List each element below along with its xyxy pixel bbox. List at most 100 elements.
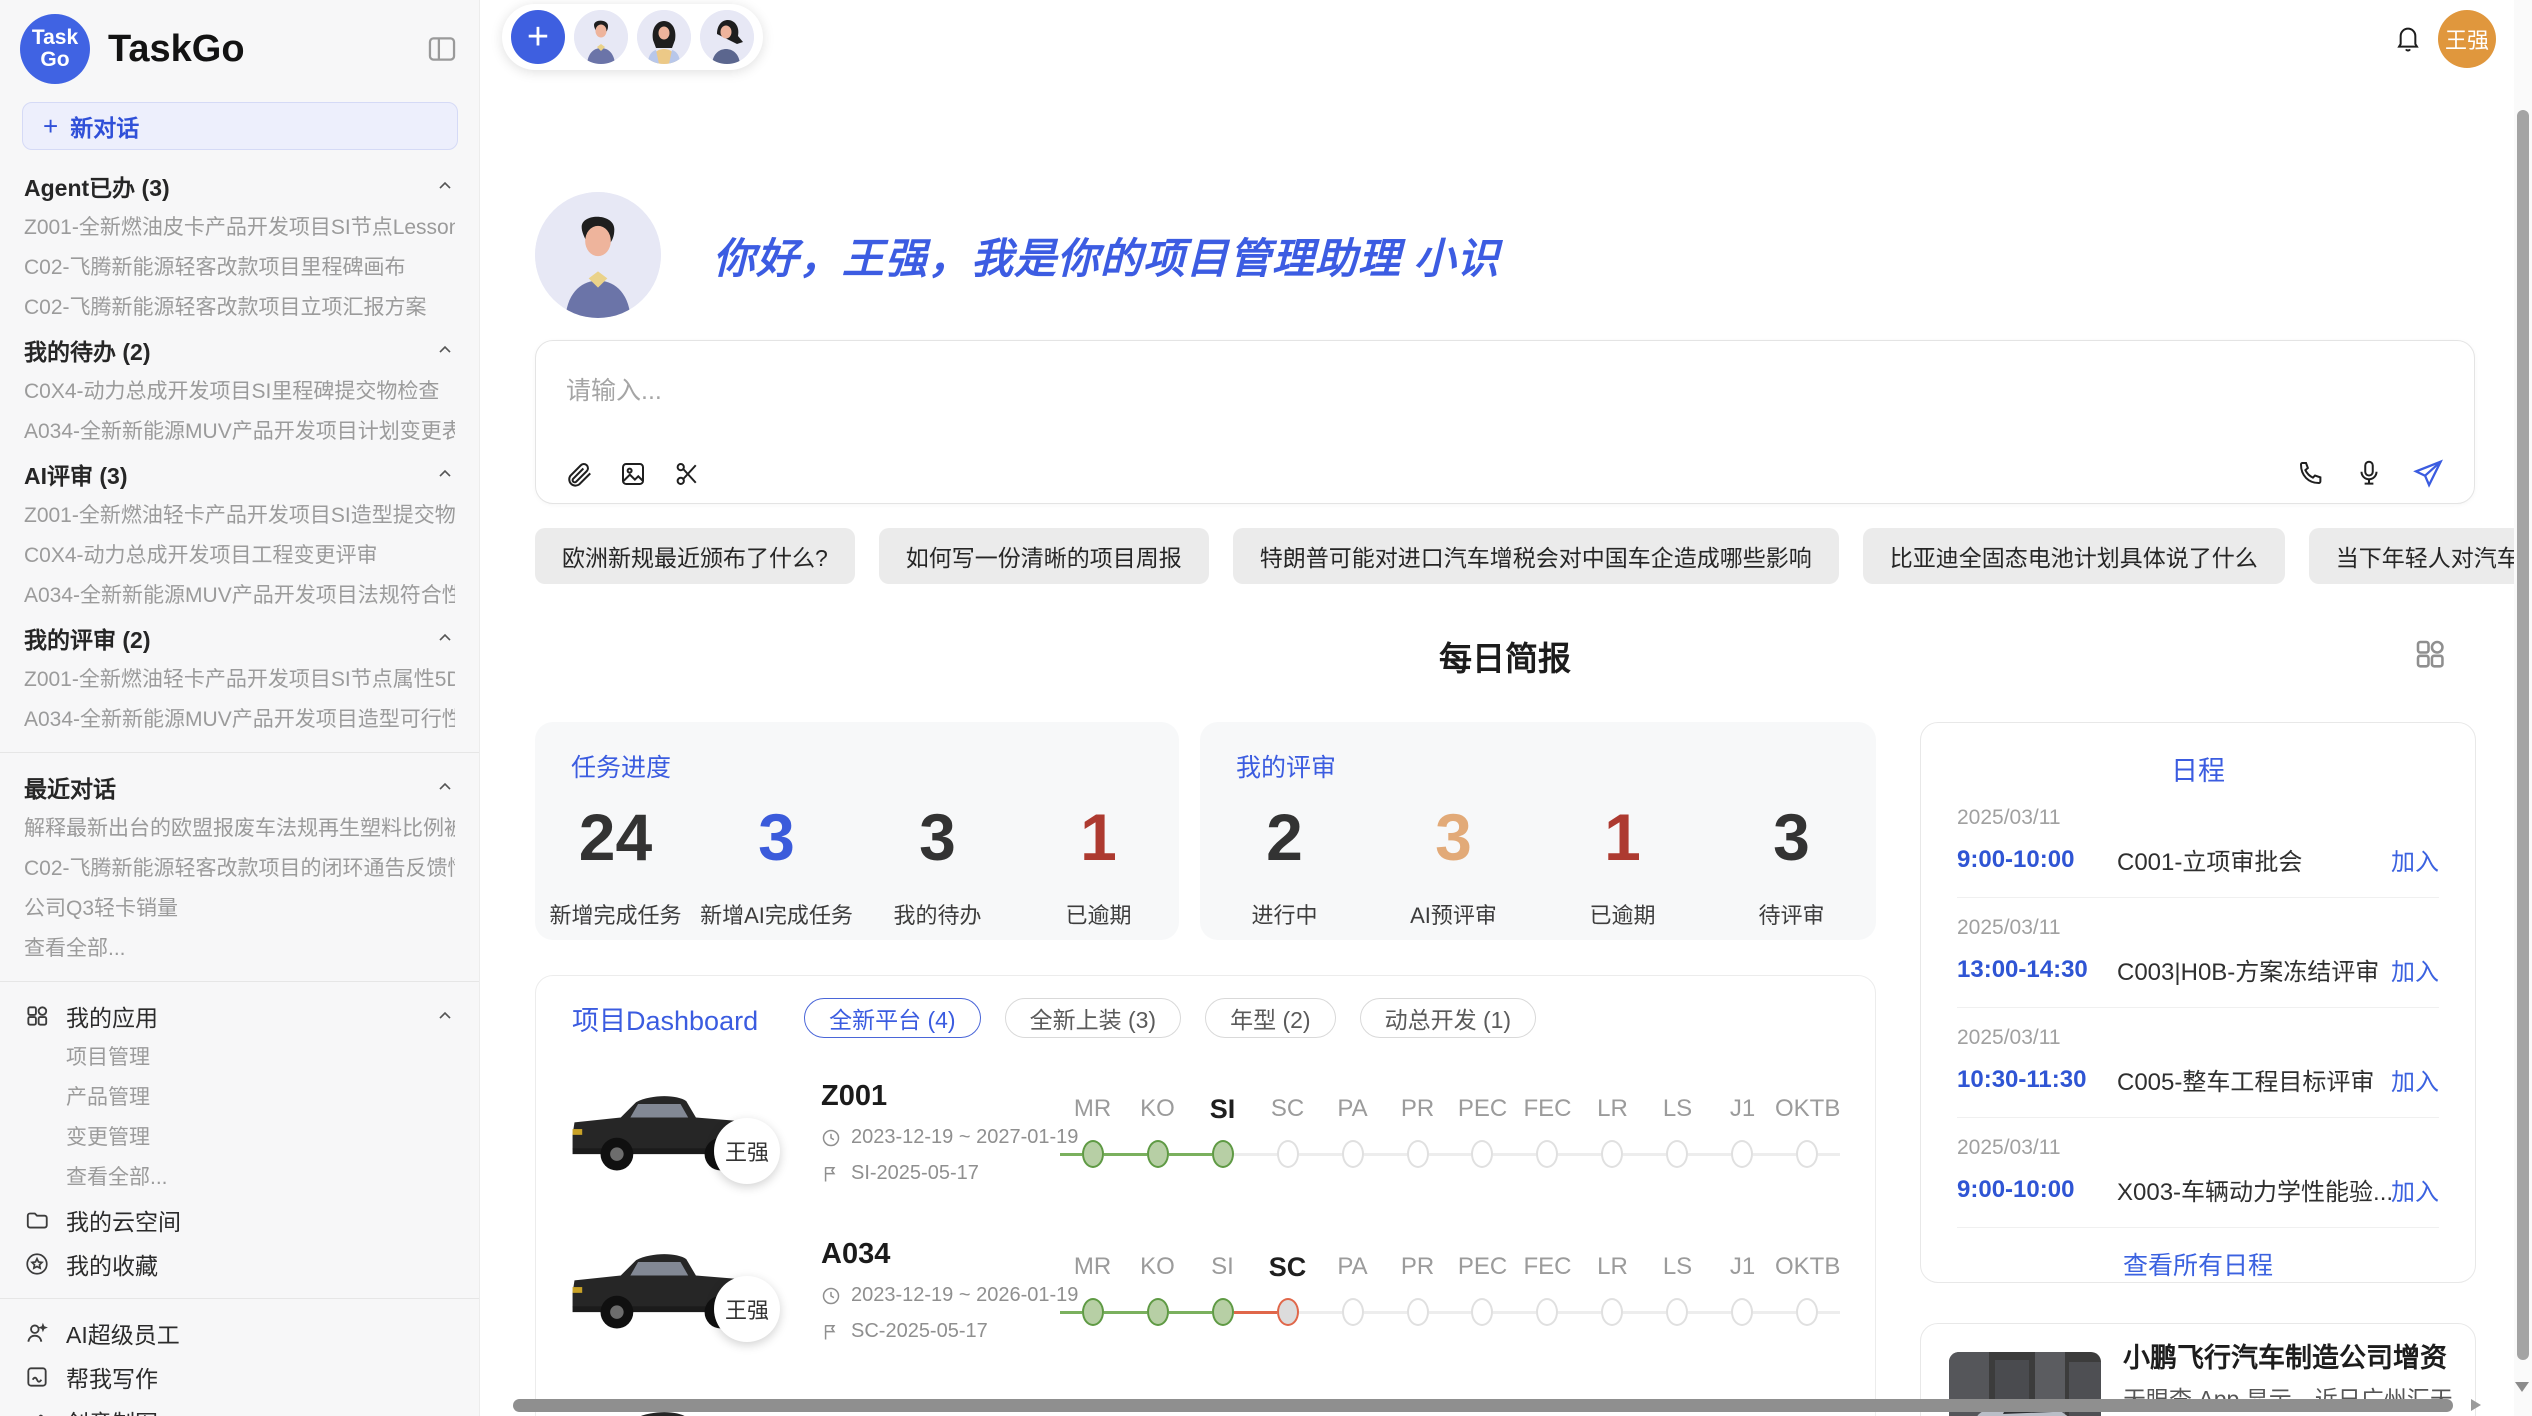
- add-agent-button[interactable]: +: [511, 10, 565, 64]
- tab-model-year[interactable]: 年型 (2): [1205, 998, 1336, 1038]
- suggestion-chip[interactable]: 比亚迪全固态电池计划具体说了什么: [1863, 528, 2285, 584]
- project-row-a034[interactable]: 王强 A034 2023-12-19 ~ 2026-01-19 SC-2025-…: [536, 1230, 1875, 1364]
- suggestion-chip[interactable]: 当下年轻人对汽车外观有怎样的喜好趋势: [2309, 528, 2532, 584]
- project-row-z001[interactable]: 王强 Z001 2023-12-19 ~ 2027-01-19 SI-2025-…: [536, 1072, 1875, 1206]
- milestone-label: LR: [1580, 1092, 1645, 1126]
- chevron-up-icon: [435, 1006, 455, 1026]
- attach-button[interactable]: [564, 459, 594, 489]
- join-link[interactable]: 加入: [2391, 1172, 2439, 1207]
- section-agent-done[interactable]: Agent已办 (3): [24, 164, 455, 208]
- agent-avatar-2[interactable]: [637, 10, 691, 64]
- join-link[interactable]: 加入: [2391, 842, 2439, 877]
- card-title: 任务进度: [535, 722, 1179, 784]
- notifications-button[interactable]: [2392, 22, 2424, 54]
- tab-new-body[interactable]: 全新上装 (3): [1005, 998, 1182, 1038]
- sidebar-item-help-write[interactable]: 帮我写作: [24, 1355, 455, 1399]
- people-icon: [24, 1320, 50, 1346]
- app-item-change-mgmt[interactable]: 变更管理: [24, 1118, 455, 1158]
- new-chat-label: 新对话: [70, 109, 139, 143]
- view-all-chats-link[interactable]: 查看全部...: [24, 929, 455, 969]
- section-my-review[interactable]: 我的评审 (2): [24, 616, 455, 660]
- sidebar-item[interactable]: C0X4-动力总成开发项目SI里程碑提交物检查: [24, 372, 455, 412]
- screenshot-button[interactable]: [672, 459, 702, 489]
- milestone-dot-done: [1147, 1140, 1169, 1168]
- sidebar-item[interactable]: Z001-全新燃油轻卡产品开发项目SI节点属性5D文件评审: [24, 660, 455, 700]
- sidebar-item[interactable]: C0X4-动力总成开发项目工程变更评审: [24, 536, 455, 576]
- project-flag: SI-2025-05-17: [851, 1162, 979, 1185]
- stat-label: 进行中: [1200, 898, 1369, 930]
- section-label: Agent已办 (3): [24, 169, 170, 203]
- tab-new-platform[interactable]: 全新平台 (4): [804, 998, 981, 1038]
- vertical-scrollbar-thumb[interactable]: [2517, 110, 2529, 1360]
- suggestion-chip[interactable]: 欧洲新规最近颁布了什么?: [535, 528, 855, 584]
- stat-value: 1: [1018, 798, 1179, 876]
- sidebar-collapse-button[interactable]: [425, 32, 459, 66]
- grid-layout-icon: [2412, 636, 2448, 672]
- schedule-date: 2025/03/11: [1957, 1026, 2439, 1050]
- user-avatar[interactable]: 王强: [2438, 10, 2496, 68]
- sidebar-item-creative-draw[interactable]: 创意制图: [24, 1399, 455, 1416]
- milestone-label: PEC: [1450, 1092, 1515, 1126]
- milestone-dot: [1536, 1298, 1558, 1326]
- project-name: Z001: [821, 1080, 887, 1113]
- chat-input[interactable]: [536, 341, 2236, 435]
- new-chat-button[interactable]: + 新对话: [22, 102, 458, 150]
- schedule-title: 日程: [1957, 749, 2439, 788]
- send-button[interactable]: [2412, 457, 2444, 489]
- section-ai-review[interactable]: AI评审 (3): [24, 452, 455, 496]
- milestone-label: PA: [1320, 1250, 1385, 1284]
- view-all-apps-link[interactable]: 查看全部...: [24, 1158, 455, 1198]
- milestone-label: MR: [1060, 1250, 1125, 1284]
- sidebar-item[interactable]: A034-全新新能源MUV产品开发项目法规符合性评审: [24, 576, 455, 616]
- app-logo: Task Go: [20, 14, 90, 84]
- join-link[interactable]: 加入: [2391, 1062, 2439, 1097]
- ai-staff-label: AI超级员工: [66, 1316, 180, 1350]
- briefing-layout-button[interactable]: [2412, 636, 2448, 672]
- mic-button[interactable]: [2354, 458, 2384, 488]
- join-link[interactable]: 加入: [2391, 952, 2439, 987]
- sidebar-item[interactable]: A034-全新新能源MUV产品开发项目造型可行性评审: [24, 700, 455, 740]
- sidebar-item-favorites[interactable]: 我的收藏: [24, 1242, 455, 1286]
- suggestion-chip[interactable]: 特朗普可能对进口汽车增税会对中国车企造成哪些影响: [1233, 528, 1839, 584]
- schedule-item: 2025/03/11 13:00-14:30 C003|H0B-方案冻结评审 加…: [1957, 898, 2439, 1008]
- sidebar-item-my-apps[interactable]: 我的应用: [24, 994, 455, 1038]
- sidebar-item[interactable]: C02-飞腾新能源轻客改款项目立项汇报方案: [24, 288, 455, 328]
- briefing-stats-row: 任务进度 24 新增完成任务 3 新增AI完成任务 3 我的待办 1 已逾期: [535, 722, 1876, 940]
- app-item-project-mgmt[interactable]: 项目管理: [24, 1038, 455, 1078]
- section-recent-chats[interactable]: 最近对话: [24, 765, 455, 809]
- sidebar-item[interactable]: Z001-全新燃油皮卡产品开发项目SI节点Lesson Learn报告: [24, 208, 455, 248]
- flag-icon: [821, 1322, 841, 1342]
- sidebar-item[interactable]: C02-飞腾新能源轻客改款项目里程碑画布: [24, 248, 455, 288]
- sidebar-item[interactable]: A034-全新新能源MUV产品开发项目计划变更表编写: [24, 412, 455, 452]
- horizontal-scrollbar: [513, 1398, 2498, 1413]
- image-upload-button[interactable]: [618, 459, 648, 489]
- app-item-product-mgmt[interactable]: 产品管理: [24, 1078, 455, 1118]
- section-my-todo[interactable]: 我的待办 (2): [24, 328, 455, 372]
- view-all-schedule-link[interactable]: 查看所有日程: [1957, 1246, 2439, 1282]
- suggestion-chip[interactable]: 如何写一份清晰的项目周报: [879, 528, 1209, 584]
- input-toolbar-left: [564, 459, 702, 489]
- milestone-label: FEC: [1515, 1092, 1580, 1126]
- agent-avatar-3[interactable]: [700, 10, 754, 64]
- sidebar-item-ai-staff[interactable]: AI超级员工: [24, 1311, 455, 1355]
- section-label: AI评审 (3): [24, 457, 128, 491]
- agent-avatar-1[interactable]: [574, 10, 628, 64]
- milestone-label: KO: [1125, 1250, 1190, 1284]
- divider: [0, 752, 479, 753]
- sidebar-item-cloud-space[interactable]: 我的云空间: [24, 1198, 455, 1242]
- recent-chat-item[interactable]: 解释最新出台的欧盟报废车法规再生塑料比例被调至15%...: [24, 809, 455, 849]
- recent-chat-item[interactable]: C02-飞腾新能源轻客改款项目的闭环通告反馈情况: [24, 849, 455, 889]
- voice-call-button[interactable]: [2296, 458, 2326, 488]
- schedule-card: 日程 2025/03/11 9:00-10:00 C001-立项审批会 加入 2…: [1920, 722, 2476, 1283]
- sidebar-item[interactable]: Z001-全新燃油轻卡产品开发项目SI造型提交物评审: [24, 496, 455, 536]
- scroll-down-arrow-icon[interactable]: [2515, 1382, 2529, 1392]
- news-title: 小鹏飞行汽车制造公司增资: [2123, 1336, 2453, 1375]
- scroll-right-arrow-icon[interactable]: [2471, 1399, 2481, 1411]
- horizontal-scrollbar-thumb[interactable]: [513, 1399, 2453, 1412]
- schedule-time: 13:00-14:30: [1957, 956, 2117, 984]
- flag-icon: [821, 1164, 841, 1184]
- milestone-dot: [1731, 1298, 1753, 1326]
- tab-powertrain[interactable]: 动总开发 (1): [1360, 998, 1537, 1038]
- stat-label: 待评审: [1707, 898, 1876, 930]
- recent-chat-item[interactable]: 公司Q3轻卡销量: [24, 889, 455, 929]
